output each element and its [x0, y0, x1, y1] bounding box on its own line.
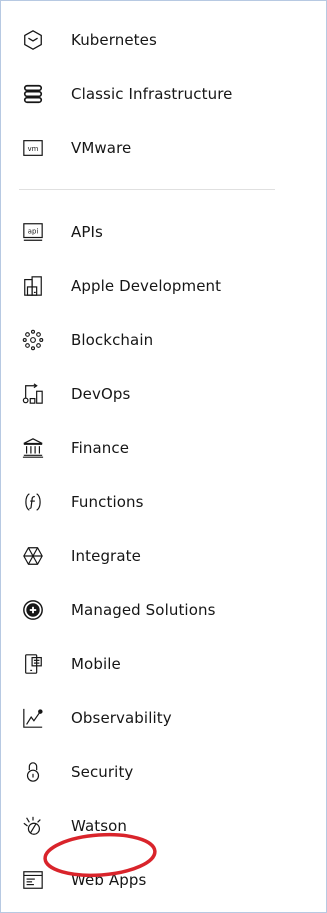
- menu-item-integrate[interactable]: Integrate: [1, 535, 326, 577]
- section-divider: [19, 189, 275, 190]
- devops-icon: [21, 382, 45, 406]
- menu-item-label: Mobile: [71, 655, 121, 673]
- menu-item-label: Watson: [71, 817, 128, 835]
- security-icon: [21, 760, 45, 784]
- menu-item-label: Observability: [71, 709, 172, 727]
- menu-item-classic-infrastructure[interactable]: Classic Infrastructure: [1, 73, 326, 115]
- menu-item-label: Functions: [71, 493, 144, 511]
- menu-item-vmware[interactable]: vm VMware: [1, 127, 326, 169]
- menu-item-label: Security: [71, 763, 134, 781]
- menu-item-label: VMware: [71, 139, 132, 157]
- menu-item-apple-development[interactable]: Apple Development: [1, 265, 326, 307]
- menu-item-finance[interactable]: Finance: [1, 427, 326, 469]
- functions-icon: [21, 490, 45, 514]
- apis-icon: api: [21, 220, 45, 244]
- menu-item-label: DevOps: [71, 385, 131, 403]
- blockchain-icon: [21, 328, 45, 352]
- apple-development-icon: [21, 274, 45, 298]
- vmware-icon: vm: [21, 136, 45, 160]
- menu-item-label: Web Apps: [71, 871, 147, 889]
- mobile-icon: [21, 652, 45, 676]
- menu-item-label: Integrate: [71, 547, 141, 565]
- watson-icon: [21, 814, 45, 838]
- svg-text:vm: vm: [28, 145, 39, 153]
- menu-item-watson[interactable]: Watson: [1, 805, 326, 847]
- classic-infrastructure-icon: [21, 82, 45, 106]
- menu-item-observability[interactable]: Observability: [1, 697, 326, 739]
- observability-icon: [21, 706, 45, 730]
- menu-item-managed-solutions[interactable]: Managed Solutions: [1, 589, 326, 631]
- svg-text:api: api: [28, 227, 39, 235]
- menu-item-mobile[interactable]: Mobile: [1, 643, 326, 685]
- menu-item-label: Finance: [71, 439, 130, 457]
- menu-item-label: Classic Infrastructure: [71, 85, 233, 103]
- menu-item-devops[interactable]: DevOps: [1, 373, 326, 415]
- menu-item-security[interactable]: Security: [1, 751, 326, 793]
- finance-icon: [21, 436, 45, 460]
- menu-item-kubernetes[interactable]: Kubernetes: [1, 19, 326, 61]
- menu-item-apis[interactable]: api APIs: [1, 211, 326, 253]
- menu-item-web-apps[interactable]: Web Apps: [1, 859, 326, 901]
- menu-item-label: Kubernetes: [71, 31, 157, 49]
- web-apps-icon: [21, 868, 45, 892]
- menu-item-blockchain[interactable]: Blockchain: [1, 319, 326, 361]
- menu-item-label: Blockchain: [71, 331, 154, 349]
- menu-item-label: Apple Development: [71, 277, 222, 295]
- managed-solutions-icon: [21, 598, 45, 622]
- menu-item-label: Managed Solutions: [71, 601, 216, 619]
- menu-item-functions[interactable]: Functions: [1, 481, 326, 523]
- integrate-icon: [21, 544, 45, 568]
- catalog-sidebar-menu: Kubernetes Classic Infrastructure vm VMw…: [0, 0, 327, 913]
- menu-item-label: APIs: [71, 223, 103, 241]
- kubernetes-icon: [21, 28, 45, 52]
